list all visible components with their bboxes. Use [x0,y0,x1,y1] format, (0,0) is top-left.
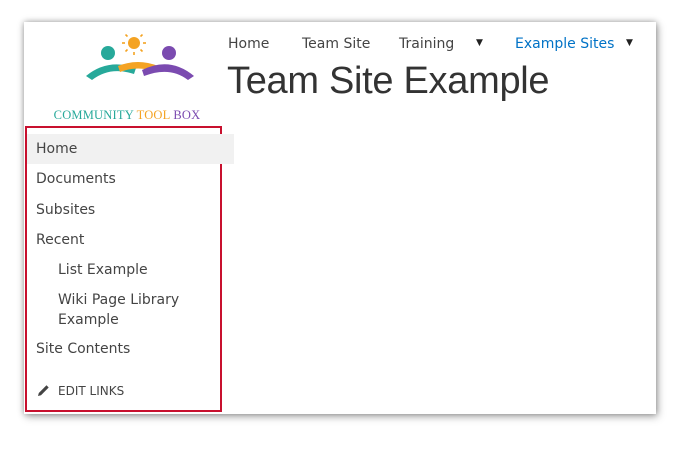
quick-launch-nav: Home Documents Subsites Recent List Exam… [25,126,234,412]
edit-links-label: EDIT LINKS [58,384,125,398]
topnav-example-sites[interactable]: Example Sites [515,36,614,52]
topnav-home[interactable]: Home [228,36,269,52]
left-nav-item-documents[interactable]: Documents [27,169,234,189]
left-nav-item-list-example[interactable]: List Example [27,260,217,280]
chevron-down-icon[interactable]: ▼ [626,38,633,48]
left-nav-item-home[interactable]: Home [27,134,234,164]
sharepoint-page: COMMUNITY TOOL BOX Home Team Site Traini… [24,22,656,414]
left-nav-item-subsites[interactable]: Subsites [27,200,234,220]
chevron-down-icon[interactable]: ▼ [476,38,483,48]
community-people-sun-icon [86,31,194,80]
left-nav-item-recent[interactable]: Recent [27,230,234,250]
left-nav-item-site-contents[interactable]: Site Contents [27,339,234,359]
left-nav-item-wiki-page-library-example[interactable]: Wiki Page Library Example [27,290,217,330]
topnav-team-site[interactable]: Team Site [302,36,370,52]
site-logo[interactable]: COMMUNITY TOOL BOX [38,31,216,126]
pencil-icon [38,385,49,396]
topnav-training[interactable]: Training [399,36,454,52]
logo-text: COMMUNITY TOOL BOX [53,108,201,122]
edit-links-button[interactable]: EDIT LINKS [37,384,124,398]
page-title: Team Site Example [227,60,550,102]
